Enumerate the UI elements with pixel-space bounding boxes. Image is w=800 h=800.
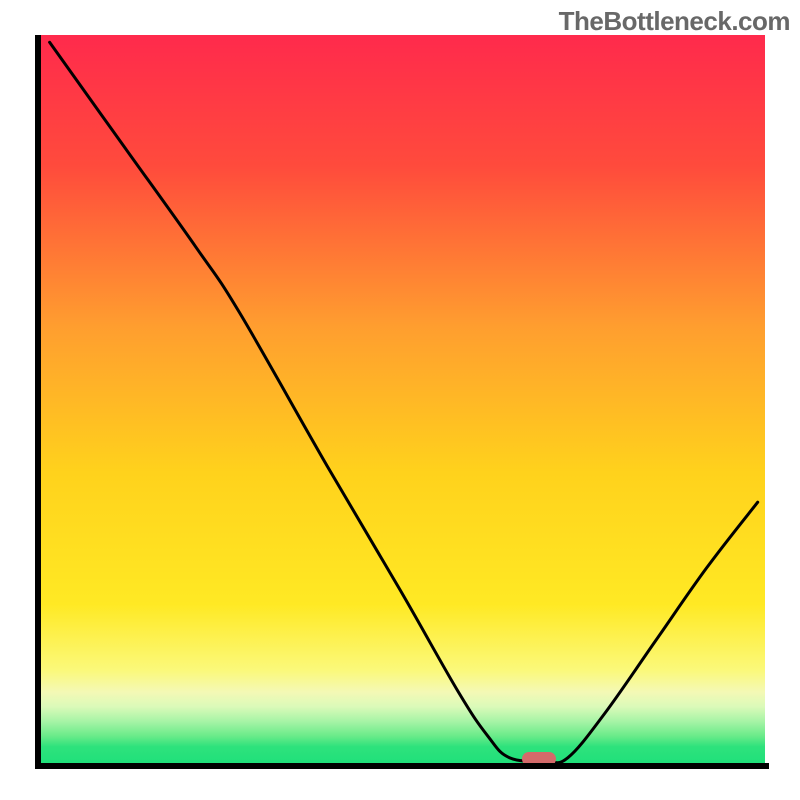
bottleneck-chart: TheBottleneck.com bbox=[0, 0, 800, 800]
axis-left bbox=[35, 35, 41, 769]
axis-bottom bbox=[35, 763, 769, 769]
plot-area bbox=[35, 35, 765, 765]
watermark-text: TheBottleneck.com bbox=[559, 6, 790, 37]
bottleneck-curve bbox=[35, 35, 765, 765]
